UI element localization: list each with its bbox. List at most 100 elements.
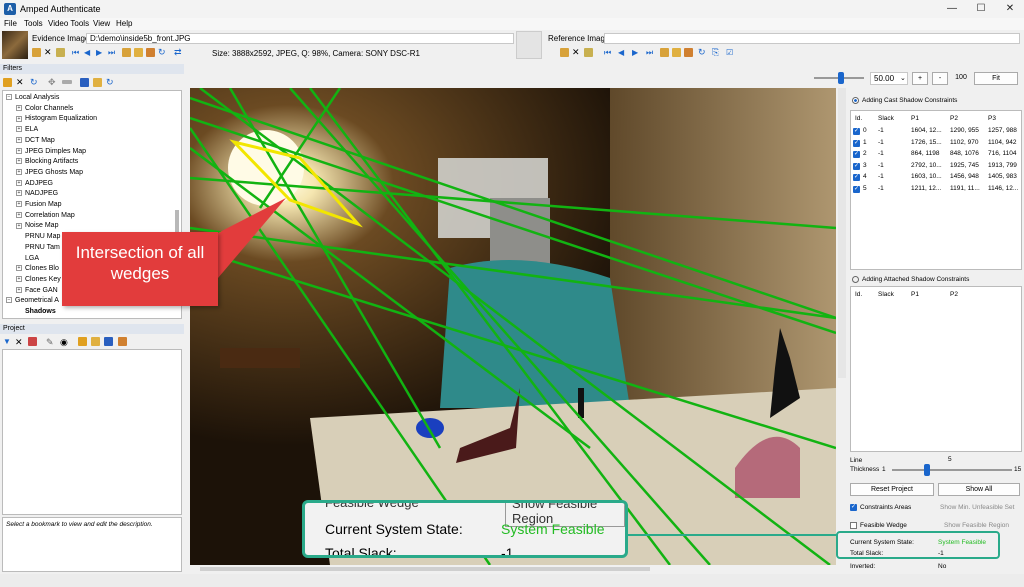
- table-cell[interactable]: 5: [863, 185, 867, 192]
- open-folder-icon[interactable]: [32, 48, 41, 57]
- filter-item[interactable]: − Geometrical A: [6, 296, 59, 305]
- new-icon[interactable]: [78, 337, 87, 346]
- evidence-image-view[interactable]: [190, 88, 836, 565]
- filter-item[interactable]: + DCT Map: [16, 136, 55, 145]
- table-cell[interactable]: -1: [878, 173, 884, 180]
- row-checkbox[interactable]: ✓: [853, 162, 860, 170]
- zoom-in-button[interactable]: +: [912, 72, 928, 85]
- sync-icon[interactable]: ⇄: [174, 48, 183, 57]
- zoom-fit-button[interactable]: Fit: [974, 72, 1018, 85]
- zoom-out-button[interactable]: -: [932, 72, 948, 85]
- row-checkbox[interactable]: ✓: [853, 151, 860, 158]
- table-cell[interactable]: 0: [863, 127, 867, 134]
- eye-icon[interactable]: ◉: [60, 337, 69, 347]
- export-icon[interactable]: [684, 48, 693, 57]
- row-checkbox[interactable]: ✓: [853, 139, 860, 147]
- table-cell[interactable]: -1: [878, 150, 884, 157]
- link-icon[interactable]: ⎘: [712, 48, 721, 57]
- expander-icon[interactable]: +: [16, 265, 22, 272]
- reference-thumbnail[interactable]: [516, 31, 542, 59]
- show-feasible-region-button[interactable]: Show Feasible Region: [944, 522, 1009, 529]
- show-min-unfeasible-button[interactable]: Show Min. Unfeasible Set: [940, 504, 1014, 511]
- line-thickness-slider[interactable]: [892, 469, 1012, 471]
- image-horizontal-scrollbar[interactable]: [200, 567, 650, 571]
- filter-item[interactable]: + JPEG Dimples Map: [16, 147, 86, 156]
- filter-item[interactable]: − Local Analysis: [6, 93, 59, 102]
- open-image-icon[interactable]: [56, 48, 65, 57]
- zoom-slider-thumb[interactable]: [838, 72, 844, 84]
- attached-radio-icon[interactable]: [852, 276, 859, 283]
- open-image-icon[interactable]: [584, 48, 593, 57]
- filter-icon[interactable]: ▼: [3, 337, 12, 346]
- table-cell[interactable]: 1604, 12...: [911, 127, 942, 134]
- menu-view[interactable]: View: [93, 19, 110, 28]
- minus-icon[interactable]: [62, 80, 72, 84]
- prev-icon[interactable]: ◀: [84, 48, 93, 57]
- table-cell[interactable]: -1: [878, 162, 884, 169]
- cast-constraints-table[interactable]: Id. Slack P1 P2 P3 ✓ 0 -1 1604, 12... 1290, …: [850, 110, 1022, 270]
- reference-path-field[interactable]: [604, 33, 1020, 44]
- expander-icon[interactable]: +: [16, 179, 22, 186]
- table-cell[interactable]: 3: [863, 162, 867, 169]
- row-checkbox[interactable]: ✓: [853, 174, 860, 181]
- refresh-icon[interactable]: ↻: [30, 77, 39, 87]
- table-cell[interactable]: 848, 1076: [950, 150, 979, 157]
- expander-icon[interactable]: +: [16, 211, 22, 218]
- constraints-areas-checkbox[interactable]: ✓: [850, 504, 857, 511]
- open-folder-icon[interactable]: [560, 48, 569, 57]
- open-icon[interactable]: [91, 337, 100, 346]
- show-all-button[interactable]: Show All: [938, 483, 1020, 496]
- attached-constraints-table[interactable]: Id. Slack P1 P2: [850, 286, 1022, 452]
- filter-item[interactable]: + NADJPEG: [16, 189, 58, 198]
- row-checkbox[interactable]: ✓: [853, 185, 860, 193]
- table-cell[interactable]: 1: [863, 139, 867, 146]
- filter-item[interactable]: PRNU Map: [16, 232, 60, 241]
- bookmark-description[interactable]: Select a bookmark to view and edit the d…: [2, 517, 182, 572]
- first-icon[interactable]: ⏮: [72, 48, 81, 57]
- zoom-dropdown-icon[interactable]: ⌄: [900, 74, 906, 82]
- filter-item[interactable]: + ADJPEG: [16, 179, 53, 188]
- refresh-icon[interactable]: ↻: [698, 48, 707, 57]
- close-icon[interactable]: ✕: [44, 48, 53, 57]
- expander-icon[interactable]: +: [16, 115, 22, 122]
- next-icon[interactable]: ▶: [632, 48, 641, 57]
- table-cell[interactable]: 1211, 12...: [911, 185, 941, 192]
- expander-icon[interactable]: +: [16, 286, 22, 293]
- expander-icon[interactable]: +: [16, 169, 22, 176]
- maximize-button[interactable]: ☐: [967, 2, 995, 16]
- filter-item[interactable]: + Clones Blo: [16, 264, 59, 273]
- pen-icon[interactable]: ✎: [46, 337, 55, 347]
- table-cell[interactable]: 1913, 799: [988, 162, 1017, 169]
- table-cell[interactable]: 1104, 942: [988, 139, 1016, 146]
- last-icon[interactable]: ⏭: [646, 48, 655, 57]
- new-icon[interactable]: [3, 78, 12, 87]
- refresh-icon[interactable]: ↻: [158, 48, 167, 57]
- table-cell[interactable]: 1257, 988: [988, 127, 1017, 134]
- table-cell[interactable]: -1: [878, 185, 884, 192]
- table-cell[interactable]: -1: [878, 139, 884, 146]
- save-icon[interactable]: [80, 78, 89, 87]
- expander-icon[interactable]: +: [16, 136, 22, 143]
- line-thickness-thumb[interactable]: [924, 464, 930, 476]
- filter-item[interactable]: + Noise Map: [16, 221, 58, 230]
- cast-radio-icon[interactable]: [852, 97, 859, 104]
- filter-item[interactable]: + Fusion Map: [16, 200, 62, 209]
- filter-item[interactable]: + JPEG Ghosts Map: [16, 168, 83, 177]
- expander-icon[interactable]: +: [16, 222, 22, 229]
- table-cell[interactable]: 1191, 11...: [950, 185, 980, 192]
- feasible-wedge-checkbox[interactable]: [850, 522, 857, 529]
- cast-shadow-option[interactable]: Adding Cast Shadow Constraints: [852, 97, 957, 104]
- table-cell[interactable]: 1603, 10...: [911, 173, 942, 180]
- table-cell[interactable]: 1726, 15...: [911, 139, 942, 146]
- open-icon[interactable]: [93, 78, 102, 87]
- reset-project-button[interactable]: Reset Project: [850, 483, 934, 496]
- reload-icon[interactable]: ↻: [106, 77, 115, 87]
- report-icon[interactable]: [28, 337, 37, 346]
- close-icon[interactable]: ✕: [572, 48, 581, 57]
- expander-icon[interactable]: +: [16, 126, 22, 133]
- folder-up-icon[interactable]: [134, 48, 143, 57]
- table-cell[interactable]: 2792, 10...: [911, 162, 942, 169]
- menu-help[interactable]: Help: [116, 19, 132, 28]
- folder-icon[interactable]: [660, 48, 669, 57]
- table-cell[interactable]: 2: [863, 150, 867, 157]
